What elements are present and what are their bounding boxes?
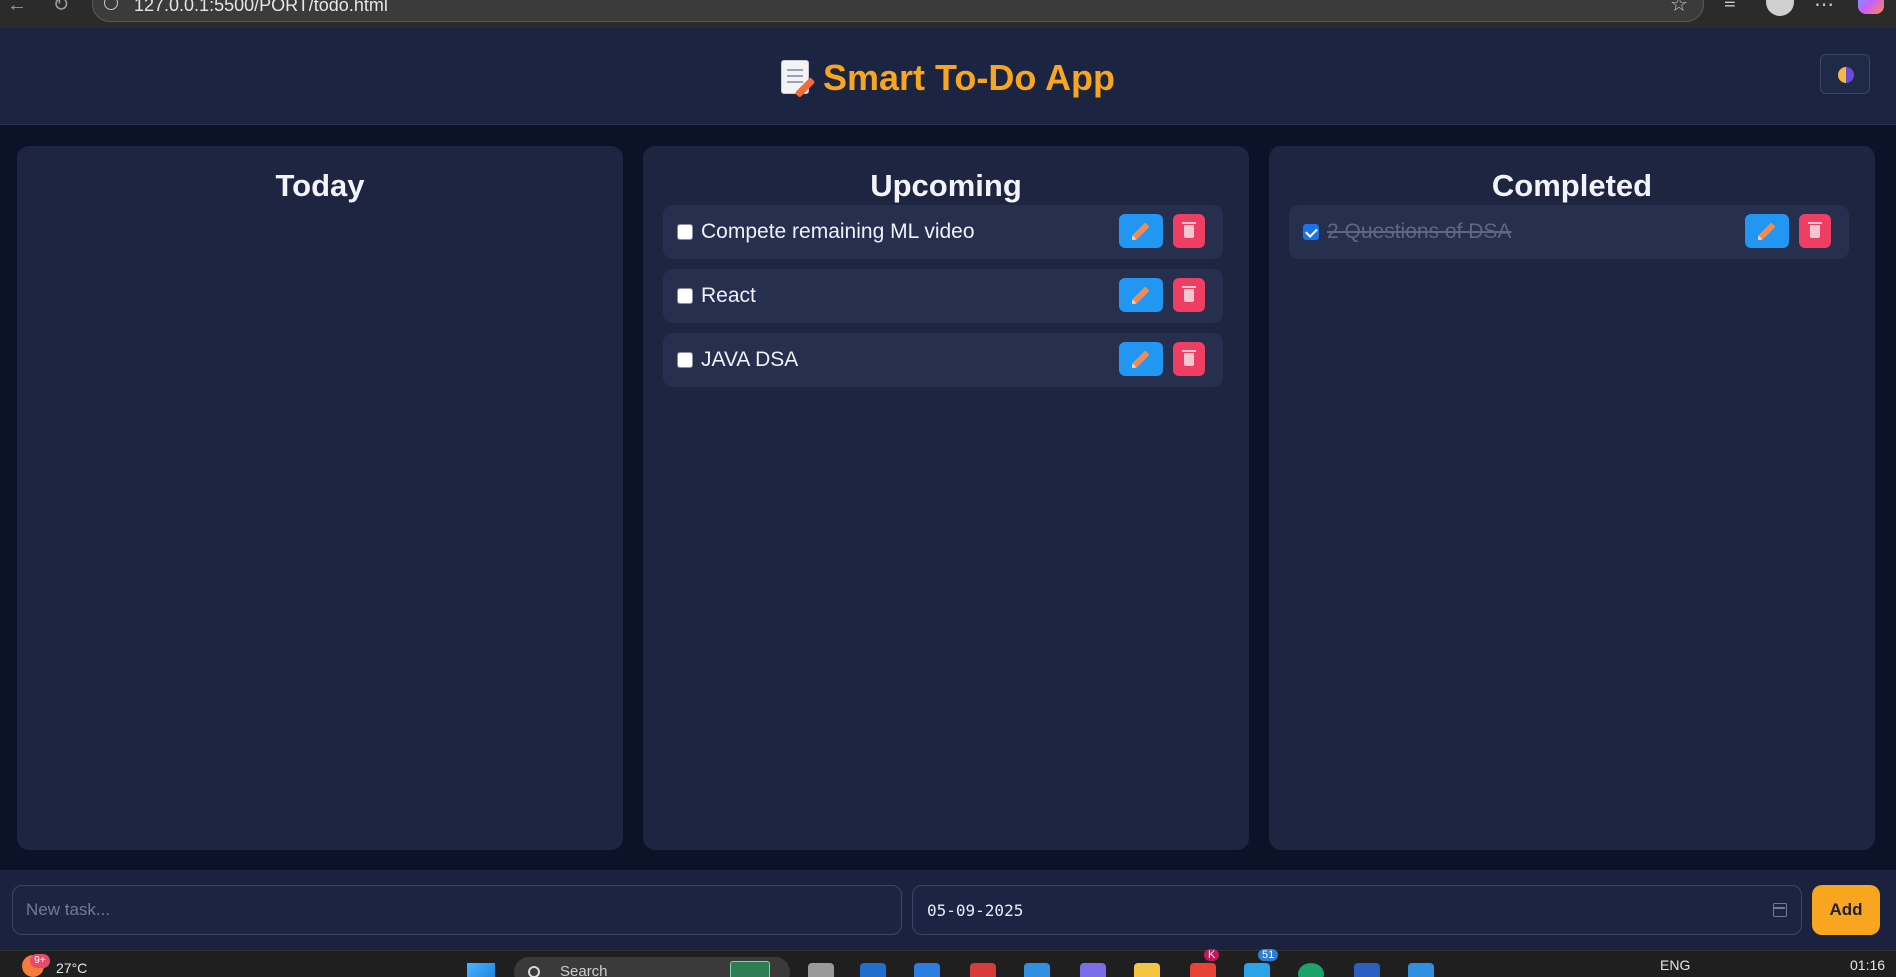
copilot-app-icon[interactable]: [1080, 963, 1106, 977]
delete-button[interactable]: [1799, 214, 1831, 248]
delete-button[interactable]: [1173, 342, 1205, 376]
task-text: 2 Questions of DSA: [1327, 220, 1512, 243]
browser-toolbar: ← ↻ 127.0.0.1:5500/PORT/todo.html ☆ ≡ ⋯: [0, 0, 1896, 28]
task-text: JAVA DSA: [701, 348, 799, 371]
file-explorer-icon[interactable]: [1134, 963, 1160, 977]
telegram-icon[interactable]: [1244, 963, 1270, 977]
delete-button[interactable]: [1173, 278, 1205, 312]
word-icon[interactable]: [1354, 963, 1380, 977]
weather-badge: 9+: [30, 954, 50, 968]
app-header: Smart To-Do App: [0, 28, 1896, 125]
trash-icon: [1182, 286, 1196, 302]
task-view-icon[interactable]: [808, 963, 834, 977]
search-highlight-icon: [730, 961, 770, 977]
pencil-icon: [1758, 222, 1776, 240]
task-checkbox[interactable]: [677, 352, 693, 368]
vscode-icon[interactable]: [1408, 963, 1434, 977]
profile-icon[interactable]: [1766, 0, 1794, 16]
chrome-badge: K: [1204, 949, 1220, 961]
column-upcoming: Upcoming Compete remaining ML video Reac…: [643, 146, 1249, 850]
store-icon[interactable]: [1024, 963, 1050, 977]
reload-icon[interactable]: ↻: [50, 0, 72, 16]
gmail-icon[interactable]: [970, 963, 996, 977]
outlook-icon[interactable]: [860, 963, 886, 977]
task-text: Compete remaining ML video: [701, 220, 975, 243]
due-date-value: 05-09-2025: [927, 901, 1024, 920]
column-completed: Completed 2 Questions of DSA: [1269, 146, 1875, 850]
task-item-completed: 2 Questions of DSA: [1289, 205, 1849, 259]
taskbar-search-label: Search: [560, 963, 608, 977]
language-indicator[interactable]: ENG: [1660, 957, 1690, 973]
telegram-badge: 51: [1258, 949, 1279, 961]
clock-time[interactable]: 01:16: [1850, 957, 1885, 973]
edit-button[interactable]: [1745, 214, 1789, 248]
column-today: Today: [17, 146, 623, 850]
delete-button[interactable]: [1173, 214, 1205, 248]
start-icon[interactable]: [467, 963, 495, 977]
todo-app-icon[interactable]: [914, 963, 940, 977]
column-title-upcoming: Upcoming: [870, 168, 1022, 203]
task-text: React: [701, 284, 756, 307]
theme-toggle-button[interactable]: [1820, 54, 1870, 94]
task-item: JAVA DSA: [663, 333, 1223, 387]
app-title: Smart To-Do App: [823, 57, 1115, 98]
more-icon[interactable]: ⋯: [1814, 0, 1834, 17]
weather-temperature[interactable]: 27°C: [56, 960, 87, 976]
new-task-bar: 05-09-2025 Add: [0, 870, 1896, 950]
edit-button[interactable]: [1119, 278, 1163, 312]
column-title-completed: Completed: [1491, 168, 1653, 203]
copilot-icon[interactable]: [1858, 0, 1884, 14]
memo-icon: [781, 60, 809, 94]
trash-icon: [1182, 350, 1196, 366]
calendar-icon[interactable]: [1773, 903, 1787, 917]
pencil-icon: [1132, 222, 1150, 240]
add-task-button[interactable]: Add: [1812, 885, 1880, 935]
new-task-input[interactable]: [12, 885, 902, 935]
search-icon: [528, 966, 540, 977]
task-item: React: [663, 269, 1223, 323]
url-text[interactable]: 127.0.0.1:5500/PORT/todo.html: [134, 0, 388, 14]
edit-button[interactable]: [1119, 214, 1163, 248]
task-item: Compete remaining ML video: [663, 205, 1223, 259]
app-title-row: Smart To-Do App: [0, 58, 1896, 98]
edit-button[interactable]: [1119, 342, 1163, 376]
star-icon[interactable]: ☆: [1670, 0, 1688, 17]
back-icon[interactable]: ←: [6, 0, 28, 16]
edge-icon[interactable]: [1298, 963, 1324, 977]
favorites-icon[interactable]: ≡: [1724, 0, 1736, 15]
column-title-today: Today: [275, 168, 365, 203]
task-checkbox-checked[interactable]: [1303, 224, 1319, 240]
os-taskbar: 9+ 27°C Search K 51 ENG 01:16: [0, 949, 1896, 977]
pencil-icon: [1132, 286, 1150, 304]
taskbar-search[interactable]: Search: [514, 957, 790, 977]
theme-toggle-icon: [1838, 67, 1854, 83]
trash-icon: [1182, 222, 1196, 238]
task-checkbox[interactable]: [677, 288, 693, 304]
trash-icon: [1808, 222, 1822, 238]
task-checkbox[interactable]: [677, 224, 693, 240]
chrome-icon[interactable]: [1190, 963, 1216, 977]
due-date-input[interactable]: 05-09-2025: [912, 885, 1802, 935]
pencil-icon: [1132, 350, 1150, 368]
